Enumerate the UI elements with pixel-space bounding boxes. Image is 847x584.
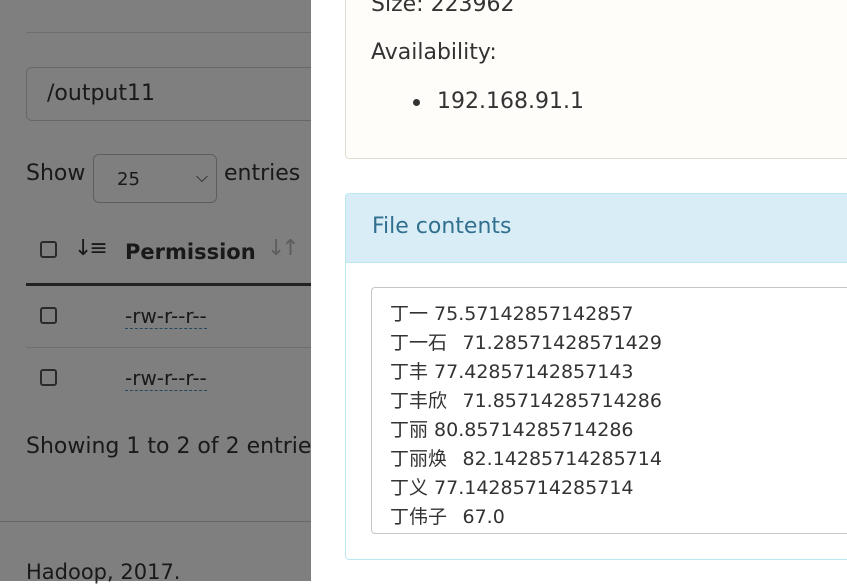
content-line: 丁一 75.57142857142857: [390, 303, 634, 325]
file-info-modal: Size: 223962 Availability: 192.168.91.1 …: [311, 0, 847, 581]
availability-label: Availability:: [371, 40, 497, 65]
content-line: 丁义 77.14285714285714: [390, 477, 634, 499]
content-line: 丁丽 80.85714285714286: [390, 419, 634, 441]
content-line: 丁丽焕 82.14285714285714: [390, 448, 662, 470]
file-contents-textarea[interactable]: 丁一 75.57142857142857 丁一石 71.285714285714…: [371, 287, 847, 534]
file-info-panel: [345, 0, 847, 159]
availability-host: 192.168.91.1: [437, 89, 584, 114]
content-line: 丁伟子 67.0: [390, 506, 505, 528]
content-line: 丁一石 71.28571428571429: [390, 332, 662, 354]
file-contents-heading: File contents: [346, 194, 847, 263]
file-contents-panel: File contents 丁一 75.57142857142857 丁一石 7…: [345, 193, 847, 560]
file-contents-title: File contents: [372, 214, 512, 239]
list-bullet: [413, 99, 420, 106]
content-line: 丁丰 77.42857142857143: [390, 361, 634, 383]
file-size: Size: 223962: [371, 0, 515, 17]
content-line: 丁丰欣 71.85714285714286: [390, 390, 662, 412]
